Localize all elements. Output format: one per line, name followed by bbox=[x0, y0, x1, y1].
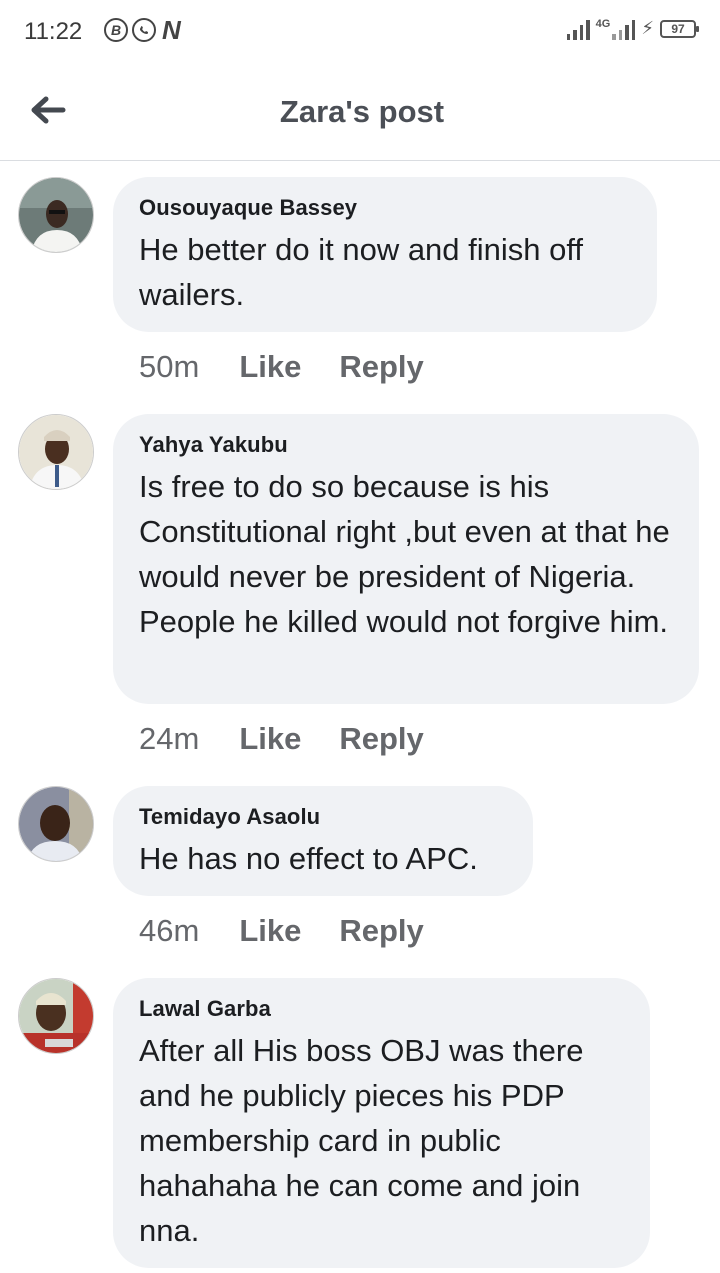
avatar[interactable] bbox=[18, 177, 94, 253]
whatsapp-icon bbox=[132, 18, 156, 42]
battery-icon: 97 bbox=[660, 20, 699, 38]
comment-author[interactable]: Ousouyaque Bassey bbox=[139, 195, 631, 221]
signal-icon-2 bbox=[612, 16, 636, 40]
signal-icon bbox=[566, 16, 590, 40]
comment-time: 46m bbox=[139, 913, 200, 948]
status-time: 11:22 bbox=[24, 18, 83, 45]
comment-time: 50m bbox=[139, 349, 200, 384]
like-button[interactable]: Like bbox=[239, 913, 301, 949]
like-button[interactable]: Like bbox=[239, 721, 301, 757]
comment-author[interactable]: Temidayo Asaolu bbox=[139, 804, 507, 830]
comment-text: Is free to do so because is his Constitu… bbox=[139, 469, 670, 639]
avatar[interactable] bbox=[18, 978, 94, 1054]
status-bar: 11:22 B N 4G ⚡ 97 bbox=[0, 0, 720, 64]
page-title: Zara's post bbox=[279, 94, 445, 129]
avatar[interactable] bbox=[18, 786, 94, 862]
notification-icons: B N bbox=[104, 15, 181, 45]
comment-actions: 50m Like Reply bbox=[139, 349, 462, 385]
comment-text: He better do it now and finish off waile… bbox=[139, 232, 584, 312]
reply-button[interactable]: Reply bbox=[339, 721, 423, 757]
system-icons: 4G ⚡ 97 bbox=[566, 16, 699, 40]
comment-text: He has no effect to APC. bbox=[139, 841, 478, 876]
like-button[interactable]: Like bbox=[239, 349, 301, 385]
comment-bubble: Lawal Garba After all His boss OBJ was t… bbox=[113, 978, 650, 1268]
avatar[interactable] bbox=[18, 414, 94, 490]
reply-button[interactable]: Reply bbox=[339, 349, 423, 385]
comment-bubble: Yahya Yakubu Is free to do so because is… bbox=[113, 414, 699, 704]
comment-bubble: Ousouyaque Bassey He better do it now an… bbox=[113, 177, 657, 332]
header: Zara's post bbox=[0, 64, 720, 161]
network-type: 4G bbox=[595, 18, 611, 30]
comment-bubble: Temidayo Asaolu He has no effect to APC. bbox=[113, 786, 533, 896]
n-app-icon: N bbox=[162, 15, 181, 45]
comment-actions: 24m Like Reply bbox=[139, 721, 462, 757]
reply-button[interactable]: Reply bbox=[339, 913, 423, 949]
comment-author[interactable]: Yahya Yakubu bbox=[139, 432, 673, 458]
comment-author[interactable]: Lawal Garba bbox=[139, 996, 624, 1022]
b-app-icon: B bbox=[104, 18, 128, 42]
comment-actions: 46m Like Reply bbox=[139, 913, 462, 949]
comment-text: After all His boss OBJ was there and he … bbox=[139, 1033, 584, 1248]
comment-time: 24m bbox=[139, 721, 200, 756]
charging-icon: ⚡ bbox=[641, 18, 654, 38]
